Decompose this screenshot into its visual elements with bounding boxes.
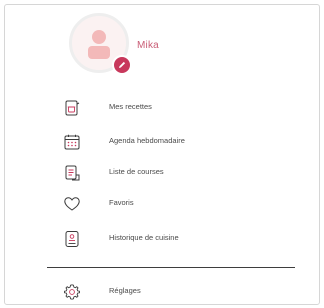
calendar-icon — [63, 133, 81, 151]
menu-item-historique-de-cuisine[interactable]: Historique de cuisine — [63, 229, 179, 249]
recipe-pot-icon — [63, 99, 81, 117]
menu-item-label: Historique de cuisine — [109, 233, 179, 242]
menu-item-liste-de-courses[interactable]: Liste de courses — [63, 163, 164, 183]
menu-item-label: Réglages — [109, 286, 141, 295]
profile-avatar[interactable] — [69, 13, 133, 77]
menu-item-favoris[interactable]: Favoris — [63, 194, 134, 214]
edit-avatar-button[interactable] — [112, 55, 132, 75]
menu-item-label: Mes recettes — [109, 102, 152, 111]
menu-divider — [47, 267, 295, 268]
menu-item-label: Liste de courses — [109, 167, 164, 176]
menu-item-agenda-hebdomadaire[interactable]: Agenda hebdomadaire — [63, 132, 185, 152]
menu-item-mes-recettes[interactable]: Mes recettes — [63, 98, 152, 118]
gear-icon — [63, 283, 81, 301]
user-avatar-icon — [88, 30, 110, 59]
history-book-icon — [63, 230, 81, 248]
menu-item-reglages[interactable]: Réglages — [63, 282, 141, 302]
profile-name: Mika — [137, 40, 159, 51]
menu-item-label: Favoris — [109, 198, 134, 207]
pencil-icon — [119, 61, 126, 68]
menu-item-label: Agenda hebdomadaire — [109, 136, 185, 145]
heart-icon — [63, 195, 81, 213]
shopping-list-icon — [63, 164, 81, 182]
app-frame: Mika Mes recettes Agenda hebdomadaire Li… — [0, 0, 324, 308]
side-menu-panel: Mika Mes recettes Agenda hebdomadaire Li… — [4, 4, 320, 305]
